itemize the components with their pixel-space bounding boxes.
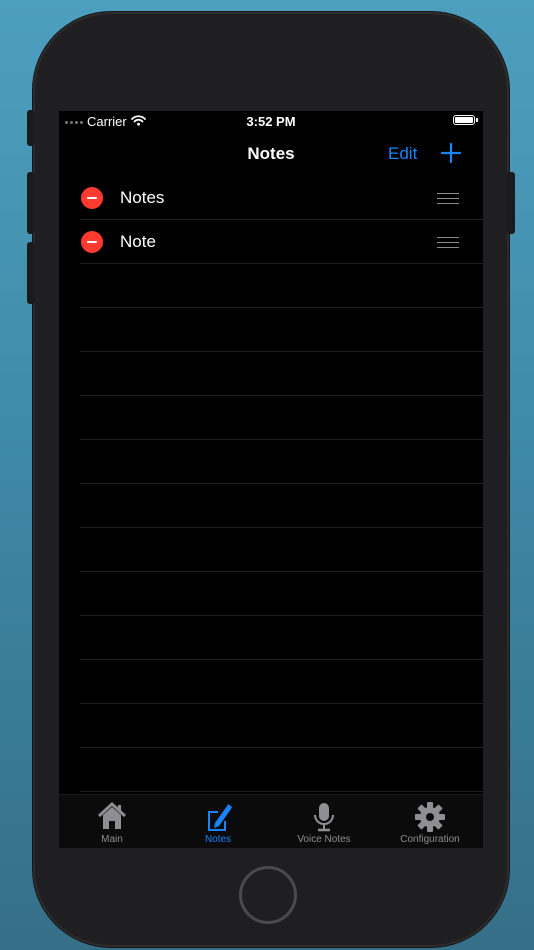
empty-row bbox=[80, 440, 483, 484]
house-icon bbox=[97, 802, 127, 829]
empty-row bbox=[80, 572, 483, 616]
gear-icon bbox=[415, 802, 445, 832]
tab-label: Main bbox=[101, 834, 123, 845]
tab-label: Notes bbox=[204, 834, 232, 845]
empty-row bbox=[80, 748, 483, 792]
status-time: 3:52 PM bbox=[246, 114, 296, 129]
empty-row bbox=[80, 396, 483, 440]
status-bar: Carrier 3:52 PM bbox=[59, 111, 483, 133]
notes-list: Notes Note bbox=[59, 176, 483, 792]
screen: Carrier 3:52 PM Notes Edit Notes Note Mai bbox=[59, 111, 483, 848]
silent-switch bbox=[27, 110, 35, 146]
empty-row bbox=[80, 528, 483, 572]
home-button[interactable] bbox=[239, 866, 297, 924]
list-item-label: Notes bbox=[120, 188, 165, 207]
tab-voice-notes[interactable]: Voice Notes bbox=[271, 795, 377, 848]
tab-bar: Main Notes Voice Notes Configuration bbox=[59, 794, 483, 848]
tab-configuration[interactable]: Configuration bbox=[377, 795, 483, 848]
note-pencil-icon bbox=[208, 804, 232, 831]
reorder-handle-icon[interactable] bbox=[437, 237, 459, 248]
reorder-handle-icon[interactable] bbox=[437, 193, 459, 204]
plus-icon[interactable] bbox=[439, 141, 463, 165]
tab-notes[interactable]: Notes bbox=[165, 795, 271, 848]
empty-row bbox=[80, 616, 483, 660]
volume-up-button bbox=[27, 172, 35, 234]
tab-label: Configuration bbox=[400, 834, 460, 845]
tab-main[interactable]: Main bbox=[59, 795, 165, 848]
tab-label: Voice Notes bbox=[297, 834, 351, 845]
empty-row bbox=[80, 704, 483, 748]
power-button bbox=[507, 172, 515, 234]
empty-row bbox=[80, 352, 483, 396]
battery-icon bbox=[453, 115, 478, 125]
empty-row bbox=[80, 308, 483, 352]
list-item[interactable]: Notes bbox=[80, 176, 483, 220]
empty-row bbox=[80, 264, 483, 308]
page-title: Notes bbox=[247, 144, 295, 163]
empty-row bbox=[80, 660, 483, 704]
list-item[interactable]: Note bbox=[80, 220, 483, 264]
delete-icon[interactable] bbox=[81, 231, 103, 253]
list-item-label: Note bbox=[120, 232, 156, 251]
microphone-icon bbox=[314, 803, 334, 832]
empty-row bbox=[80, 484, 483, 528]
delete-icon[interactable] bbox=[81, 187, 103, 209]
navigation-bar: Notes Edit bbox=[59, 133, 483, 177]
volume-down-button bbox=[27, 242, 35, 304]
edit-button[interactable]: Edit bbox=[388, 144, 417, 164]
